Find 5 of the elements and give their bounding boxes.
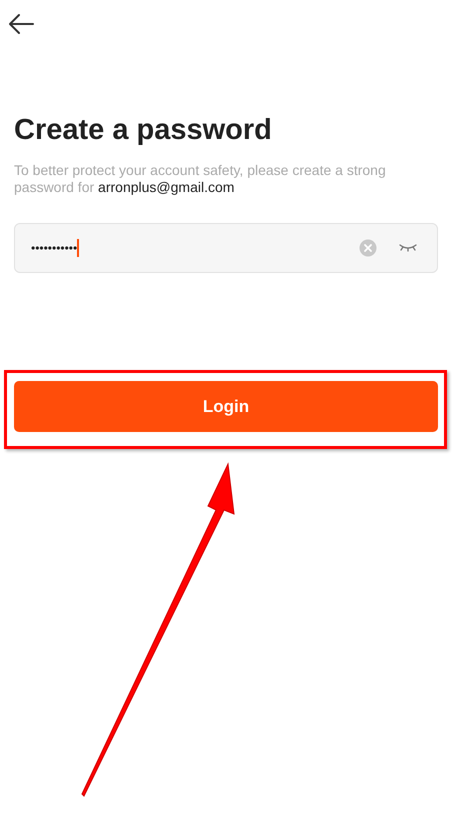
closed-eye-icon[interactable] [399,243,417,253]
back-icon[interactable] [8,13,34,35]
password-field[interactable]: ••••••••••• [14,223,438,273]
description-text: To better protect your account safety, please create a strong password for arronplus@gmail.com [14,162,387,196]
page-title: Create a password [14,113,273,148]
